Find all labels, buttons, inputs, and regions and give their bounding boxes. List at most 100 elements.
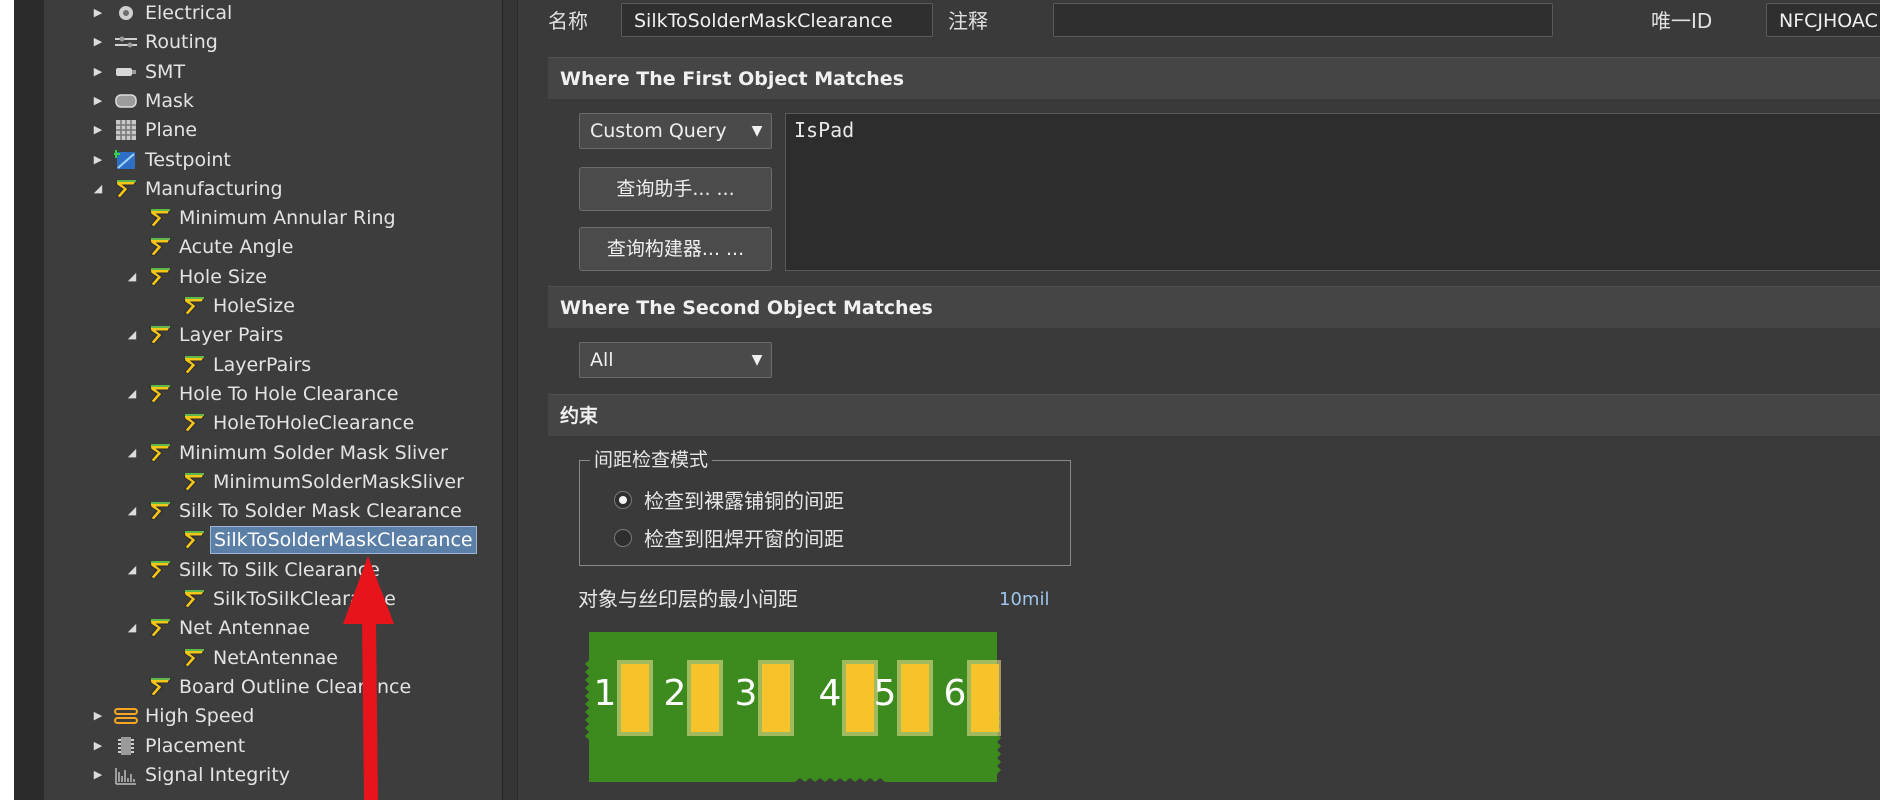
chevron-down-icon: ▼ <box>751 123 763 139</box>
group-title: 间距检查模式 <box>590 447 713 473</box>
collapse-arrow-icon[interactable]: ◢ <box>124 439 140 467</box>
tree-item[interactable]: ◢ Hole Size <box>44 263 502 291</box>
expand-arrow-icon[interactable]: ▶ <box>90 146 106 174</box>
query-helper-button[interactable]: 查询助手... ... <box>579 167 772 211</box>
first-object-combo[interactable]: Custom Query ▼ <box>579 113 772 149</box>
tree-item[interactable]: ▶ Electrical <box>44 0 502 27</box>
tree-item[interactable]: ▶ Plane <box>44 116 502 144</box>
tree-item-label: Hole Size <box>179 265 267 288</box>
rule-icon <box>182 295 206 317</box>
comment-field[interactable] <box>1053 3 1553 37</box>
expand-arrow-icon[interactable]: ▶ <box>90 58 106 86</box>
tree-item[interactable]: ◢ Manufacturing <box>44 175 502 203</box>
tree-item[interactable]: ▶ Routing <box>44 28 502 56</box>
tree-item[interactable]: ◢ Hole To Hole Clearance <box>44 380 502 408</box>
collapse-arrow-icon[interactable]: ◢ <box>124 380 140 408</box>
tree-item[interactable]: ◢ Minimum Solder Mask Sliver <box>44 439 502 467</box>
collapse-arrow-icon[interactable]: ◢ <box>124 556 140 584</box>
tree-item[interactable]: HoleSize <box>44 292 502 320</box>
tree-item-label: Silk To Silk Clearance <box>179 558 380 581</box>
mask-icon <box>114 90 138 112</box>
rule-icon <box>148 676 172 698</box>
uid-field[interactable]: NFCJHOAC <box>1766 3 1880 37</box>
tree-item[interactable]: Acute Angle <box>44 233 502 261</box>
tree-item[interactable]: Board Outline Clearance <box>44 673 502 701</box>
collapse-arrow-icon[interactable]: ◢ <box>124 614 140 642</box>
tree-item-label: Plane <box>145 119 198 142</box>
electrical-icon <box>114 2 138 24</box>
expand-arrow-icon[interactable]: ▶ <box>90 761 106 789</box>
smt-icon <box>114 61 138 83</box>
rule-icon <box>182 471 206 493</box>
radio-icon[interactable] <box>614 529 632 547</box>
collapse-arrow-icon[interactable]: ◢ <box>124 497 140 525</box>
tree-item[interactable]: ▶ Mask <box>44 87 502 115</box>
panel-splitter[interactable] <box>503 0 518 800</box>
rule-icon <box>182 412 206 434</box>
collapse-arrow-icon[interactable]: ◢ <box>124 321 140 349</box>
tree-item[interactable]: NetAntennae <box>44 644 502 672</box>
pad <box>846 664 874 732</box>
pad-number: 4 <box>819 673 842 714</box>
tree-item[interactable]: LayerPairs <box>44 351 502 379</box>
rule-icon <box>182 647 206 669</box>
tree-item-label: HoleToHoleClearance <box>213 412 415 435</box>
expand-arrow-icon[interactable]: ▶ <box>90 732 106 760</box>
tree-item-label: SilkToSilkClearance <box>213 588 396 610</box>
rule-icon <box>148 207 172 229</box>
tree-item-label: LayerPairs <box>213 353 312 376</box>
expand-arrow-icon[interactable]: ▶ <box>90 87 106 115</box>
tree-item[interactable]: SilkToSolderMaskClearance <box>44 526 502 555</box>
tree-item[interactable]: SilkToSilkClearance <box>44 585 502 613</box>
pad <box>901 664 929 732</box>
rule-icon <box>148 383 172 405</box>
window-left-edge <box>0 0 14 800</box>
tree-item[interactable]: MinimumSolderMaskSliver <box>44 468 502 496</box>
tree-item[interactable]: ◢ Net Antennae <box>44 614 502 642</box>
tree-item[interactable]: ◢ Layer Pairs <box>44 321 502 349</box>
tree-item[interactable]: ▶ Testpoint <box>44 146 502 174</box>
rule-editor: 名称 SilkToSolderMaskClearance 注释 唯一ID NFC… <box>518 0 1880 800</box>
tree-item-label: NetAntennae <box>213 646 338 669</box>
collapse-arrow-icon[interactable]: ◢ <box>90 175 106 203</box>
second-object-combo[interactable]: All ▼ <box>579 342 772 378</box>
testpoint-icon <box>112 149 138 171</box>
radio-label: 检查到裸露铺铜的间距 <box>644 489 844 513</box>
expand-arrow-icon[interactable]: ▶ <box>90 0 106 27</box>
tree-item[interactable]: Minimum Annular Ring <box>44 204 502 232</box>
tree-item-label: SilkToSolderMaskClearance <box>210 526 477 555</box>
clearance-check-mode-group: 间距检查模式 检查到裸露铺铜的间距 检查到阻焊开窗的间距 <box>579 447 1071 566</box>
query-text-area[interactable]: IsPad <box>785 113 1880 271</box>
second-object-header: Where The Second Object Matches <box>548 286 1880 328</box>
tree-item[interactable]: ▶ High Speed <box>44 702 502 730</box>
name-field[interactable]: SilkToSolderMaskClearance <box>621 3 933 37</box>
tree-item[interactable]: HoleToHoleClearance <box>44 409 502 437</box>
tree-item[interactable]: ◢ Silk To Solder Mask Clearance <box>44 497 502 525</box>
expand-arrow-icon[interactable]: ▶ <box>90 702 106 730</box>
min-clearance-value[interactable]: 10mil <box>999 587 1049 613</box>
left-gutter <box>14 0 44 800</box>
tree-item[interactable]: ▶ SMT <box>44 58 502 86</box>
expand-arrow-icon[interactable]: ▶ <box>90 28 106 56</box>
collapse-arrow-icon[interactable]: ◢ <box>124 263 140 291</box>
tree-item[interactable]: ◢ Silk To Silk Clearance <box>44 556 502 584</box>
tree-item-label: Minimum Solder Mask Sliver <box>179 441 448 464</box>
radio-icon[interactable] <box>614 491 632 509</box>
rules-tree[interactable]: ▶ Electrical ▶ Routing ▶ SMT ▶ Mask ▶ Plane ▶ Testp… <box>44 0 503 800</box>
tree-item-label: Manufacturing <box>145 177 283 200</box>
tree-item[interactable]: ▶ Signal Integrity <box>44 761 502 789</box>
tree-item[interactable]: ▶ Placement <box>44 732 502 760</box>
query-builder-button[interactable]: 查询构建器... ... <box>579 227 772 271</box>
expand-arrow-icon[interactable]: ▶ <box>90 116 106 144</box>
signal-integrity-icon <box>114 764 138 786</box>
chevron-down-icon: ▼ <box>751 352 763 368</box>
rule-icon <box>148 236 172 258</box>
pad-number: 6 <box>944 673 967 714</box>
